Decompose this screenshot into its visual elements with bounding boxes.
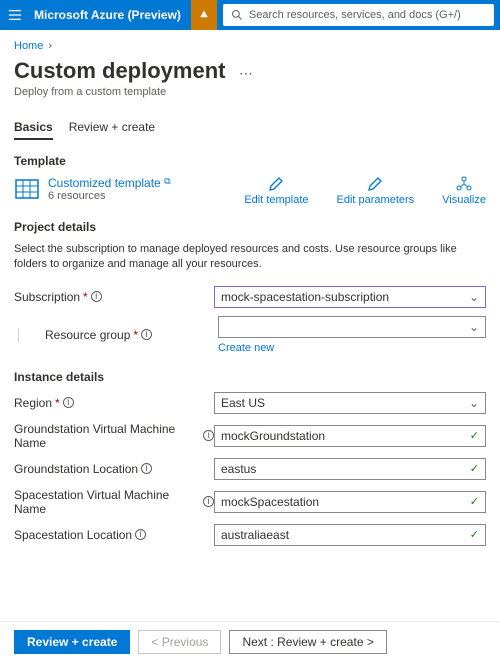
external-link-icon: ⧉ <box>164 176 170 186</box>
template-heading: Template <box>14 154 486 168</box>
check-icon: ✓ <box>470 495 479 508</box>
region-select[interactable]: East US ⌄ <box>214 392 486 414</box>
template-icon <box>14 176 40 202</box>
chevron-down-icon: ⌄ <box>469 320 479 334</box>
info-icon[interactable]: i <box>91 291 102 302</box>
groundstation-location-input[interactable]: eastus ✓ <box>214 458 486 480</box>
spacestation-location-input[interactable]: australiaeast ✓ <box>214 524 486 546</box>
review-create-button[interactable]: Review + create <box>14 630 130 654</box>
check-icon: ✓ <box>470 528 479 541</box>
tab-basics[interactable]: Basics <box>14 116 53 140</box>
breadcrumb: Home › <box>14 38 486 58</box>
project-details-intro: Select the subscription to manage deploy… <box>14 242 486 272</box>
resource-group-label: Resource group <box>45 328 130 342</box>
chevron-right-icon: › <box>46 40 54 52</box>
resource-group-select[interactable]: ⌄ <box>218 316 486 338</box>
info-icon[interactable]: i <box>63 397 74 408</box>
instance-details-heading: Instance details <box>14 370 486 384</box>
more-actions-button[interactable]: ⋯ <box>229 65 253 81</box>
chevron-down-icon: ⌄ <box>469 396 479 410</box>
search-icon <box>231 9 243 21</box>
visualize-button[interactable]: Visualize <box>442 176 486 206</box>
global-search-input[interactable]: Search resources, services, and docs (G+… <box>223 4 494 26</box>
tab-review-create[interactable]: Review + create <box>69 116 155 140</box>
spacestation-vm-name-label: Spacestation Virtual Machine Name <box>14 488 200 516</box>
page-title: Custom deployment <box>14 58 225 83</box>
page-subtitle: Deploy from a custom template <box>14 86 486 98</box>
customized-template-link[interactable]: Customized template <box>48 176 161 190</box>
visualize-icon <box>456 176 472 192</box>
next-button[interactable]: Next : Review + create > <box>229 630 386 654</box>
template-resources-count: 6 resources <box>48 190 171 202</box>
info-icon[interactable]: i <box>141 329 152 340</box>
search-placeholder: Search resources, services, and docs (G+… <box>249 9 461 21</box>
hamburger-menu[interactable] <box>0 8 30 22</box>
brand-label: Microsoft Azure (Preview) <box>30 8 191 22</box>
subscription-select[interactable]: mock-spacestation-subscription ⌄ <box>214 286 486 308</box>
edit-parameters-button[interactable]: Edit parameters <box>337 176 415 206</box>
info-icon[interactable]: i <box>141 463 152 474</box>
groundstation-vm-name-label: Groundstation Virtual Machine Name <box>14 422 200 450</box>
info-icon[interactable]: i <box>203 430 214 441</box>
previous-button[interactable]: < Previous <box>138 630 221 654</box>
edit-template-button[interactable]: Edit template <box>244 176 308 206</box>
pencil-icon <box>268 176 284 192</box>
project-details-heading: Project details <box>14 220 486 234</box>
info-icon[interactable]: i <box>135 529 146 540</box>
subscription-label: Subscription <box>14 290 80 304</box>
spacestation-location-label: Spacestation Location <box>14 528 132 542</box>
spacestation-vm-name-input[interactable]: mockSpacestation ✓ <box>214 491 486 513</box>
create-new-link[interactable]: Create new <box>218 342 486 354</box>
info-icon[interactable]: i <box>203 496 214 507</box>
check-icon: ✓ <box>470 462 479 475</box>
chevron-down-icon: ⌄ <box>469 290 479 304</box>
check-icon: ✓ <box>470 429 479 442</box>
notifications-button[interactable] <box>191 0 217 30</box>
region-label: Region <box>14 396 52 410</box>
pencil-icon <box>367 176 383 192</box>
groundstation-location-label: Groundstation Location <box>14 462 138 476</box>
groundstation-vm-name-input[interactable]: mockGroundstation ✓ <box>214 425 486 447</box>
breadcrumb-home[interactable]: Home <box>14 40 43 52</box>
